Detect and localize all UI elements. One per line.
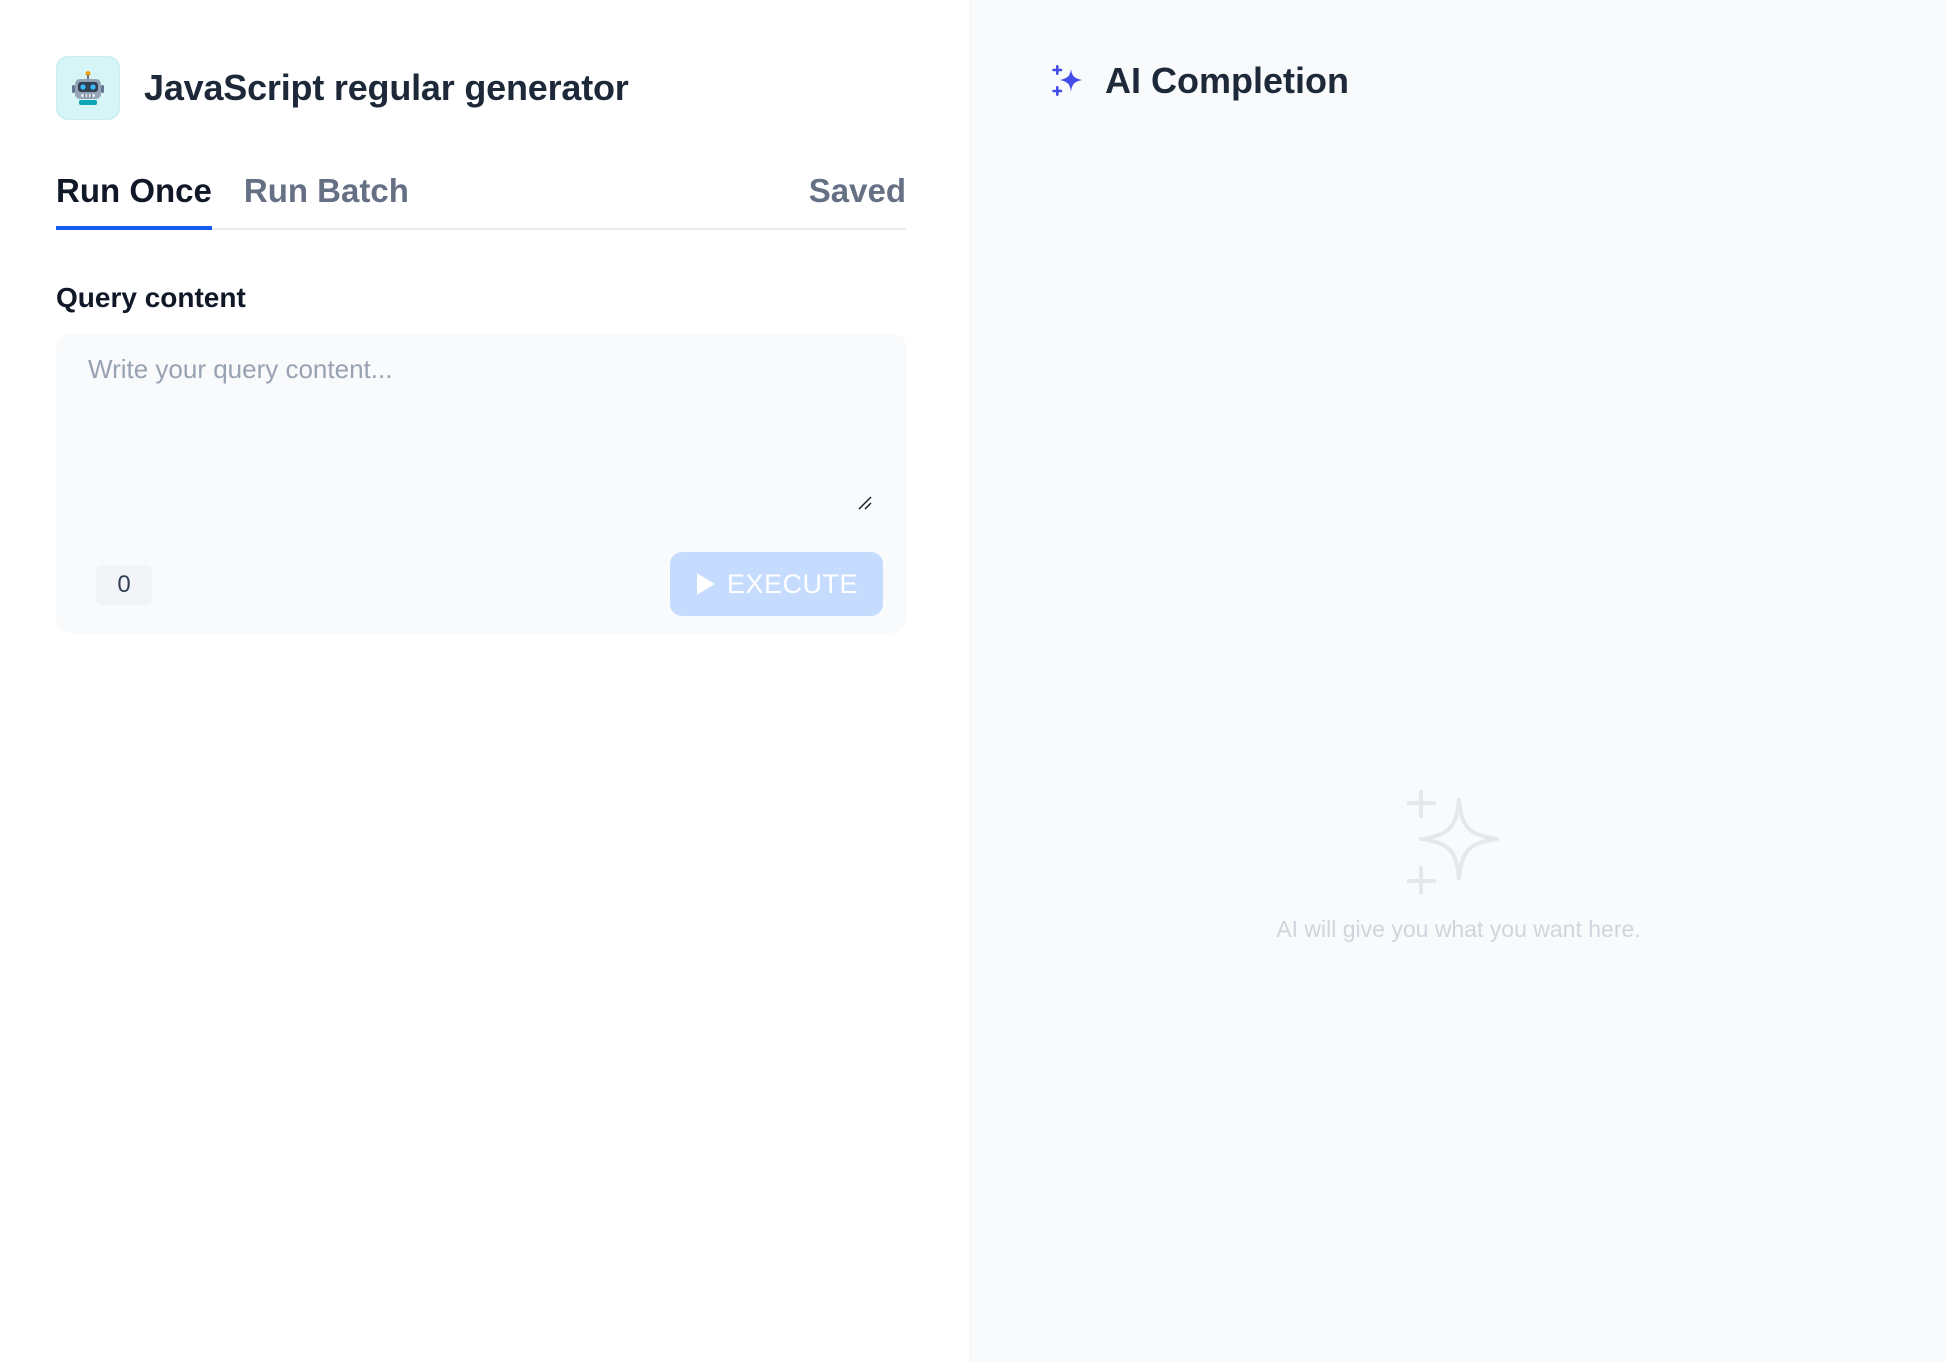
execute-label: EXECUTE	[726, 568, 859, 599]
robot-icon	[56, 56, 120, 120]
tab-run-once[interactable]: Run Once	[56, 166, 212, 230]
resize-handle-icon[interactable]	[856, 494, 874, 512]
input-panel: JavaScript regular generator Run Once Ru…	[0, 0, 971, 1362]
tab-run-batch[interactable]: Run Batch	[244, 166, 409, 230]
app-root: JavaScript regular generator Run Once Ru…	[0, 0, 1946, 1362]
tab-saved[interactable]: Saved	[809, 166, 906, 230]
completion-title: AI Completion	[1105, 60, 1349, 101]
sparkle-icon	[1051, 63, 1085, 99]
execute-button[interactable]: EXECUTE	[670, 552, 883, 616]
empty-state-text: AI will give you what you want here.	[1276, 916, 1641, 942]
empty-state: AI will give you what you want here.	[971, 790, 1946, 943]
app-header: JavaScript regular generator	[56, 56, 906, 120]
app-title: JavaScript regular generator	[144, 67, 629, 108]
char-count-badge: 0	[96, 565, 152, 605]
run-mode-tabs: Run Once Run Batch Saved	[56, 166, 906, 230]
query-content-label: Query content	[56, 282, 246, 313]
completion-header: AI Completion	[1051, 60, 1349, 102]
query-box: 0 EXECUTE	[56, 334, 907, 633]
query-content-input[interactable]	[56, 334, 907, 512]
sparkle-empty-icon	[1406, 790, 1499, 894]
play-icon	[695, 572, 717, 596]
completion-panel: AI Completion AI will give you what you …	[971, 0, 1946, 1362]
